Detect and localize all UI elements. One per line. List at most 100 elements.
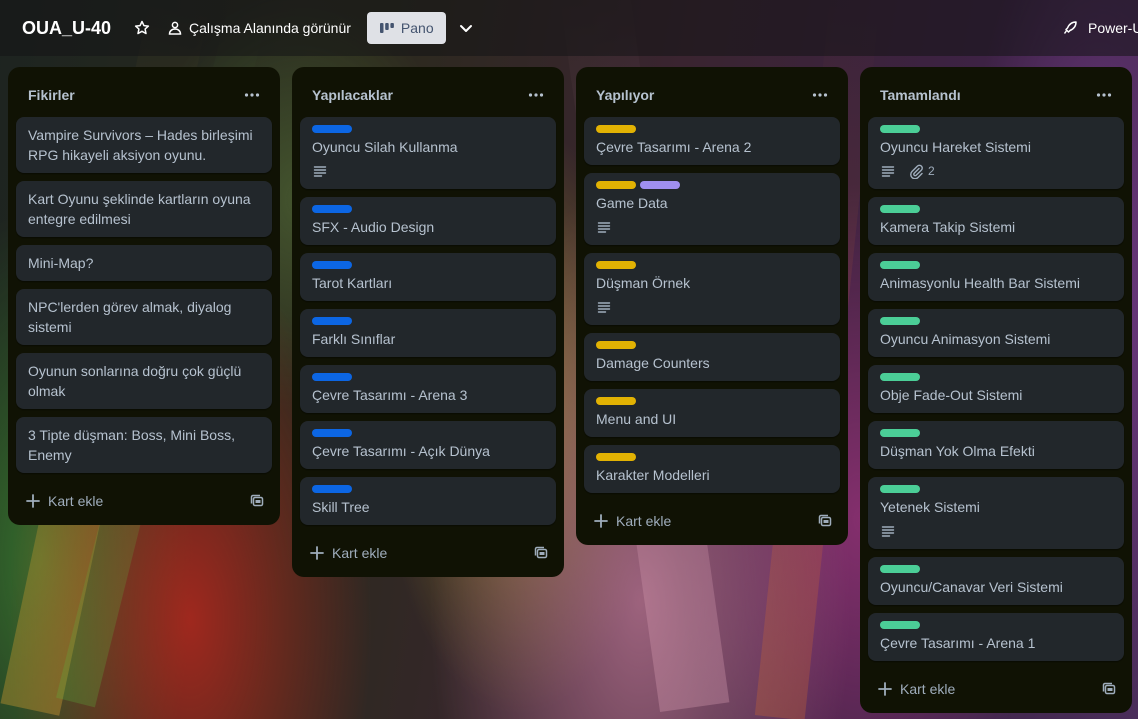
list-header: Yapılacaklar (300, 79, 556, 111)
card[interactable]: Çevre Tasarımı - Açık Dünya (300, 421, 556, 469)
card[interactable]: Oyuncu Animasyon Sistemi (868, 309, 1124, 357)
add-card-button[interactable]: Kart ekle (310, 545, 387, 561)
card[interactable]: Game Data (584, 173, 840, 245)
list-fikirler: Fikirler Vampire Survivors – Hades birleş… (8, 67, 280, 525)
card[interactable]: Çevre Tasarımı - Arena 3 (300, 365, 556, 413)
card-labels (596, 397, 828, 405)
list-header: Fikirler (16, 79, 272, 111)
card-template-icon[interactable] (534, 546, 548, 560)
card-labels (880, 373, 1112, 381)
card-labels (880, 205, 1112, 213)
card[interactable]: Düşman Örnek (584, 253, 840, 325)
more-options-icon[interactable] (240, 85, 264, 105)
card[interactable]: Oyuncu Silah Kullanma (300, 117, 556, 189)
label-blue[interactable] (312, 125, 352, 133)
label-blue[interactable] (312, 373, 352, 381)
label-yellow[interactable] (596, 181, 636, 189)
card[interactable]: Karakter Modelleri (584, 445, 840, 493)
label-green[interactable] (880, 317, 920, 325)
plus-icon (310, 546, 324, 560)
label-yellow[interactable] (596, 453, 636, 461)
label-green[interactable] (880, 373, 920, 381)
label-purple[interactable] (640, 181, 680, 189)
list-title[interactable]: Fikirler (28, 87, 75, 103)
label-blue[interactable] (312, 429, 352, 437)
label-yellow[interactable] (596, 397, 636, 405)
card[interactable]: Farklı Sınıflar (300, 309, 556, 357)
label-blue[interactable] (312, 485, 352, 493)
list-yapılacaklar: Yapılacaklar Oyuncu Silah Kullanma SFX - A… (292, 67, 564, 577)
card[interactable]: Çevre Tasarımı - Arena 1 (868, 613, 1124, 661)
card-badges (596, 217, 828, 237)
board-view-button[interactable]: Pano (366, 12, 446, 44)
card-template-icon[interactable] (250, 494, 264, 508)
add-card-button[interactable]: Kart ekle (594, 513, 671, 529)
add-card-label: Kart ekle (900, 681, 956, 697)
list-title[interactable]: Yapılacaklar (312, 87, 393, 103)
card-title: Çevre Tasarımı - Arena 2 (596, 139, 752, 155)
star-icon[interactable] (133, 19, 151, 37)
powerups-button[interactable]: Power-U (1062, 0, 1138, 56)
card[interactable]: Oyuncu Hareket Sistemi 2 (868, 117, 1124, 189)
label-blue[interactable] (312, 261, 352, 269)
card-labels (880, 261, 1112, 269)
label-yellow[interactable] (596, 261, 636, 269)
more-options-icon[interactable] (808, 85, 832, 105)
card[interactable]: Animasyonlu Health Bar Sistemi (868, 253, 1124, 301)
label-green[interactable] (880, 261, 920, 269)
card[interactable]: Damage Counters (584, 333, 840, 381)
card[interactable]: Kart Oyunu şeklinde kartların oyuna ente… (16, 181, 272, 237)
list-yapılıyor: Yapılıyor Çevre Tasarımı - Arena 2 Game Da… (576, 67, 848, 545)
more-options-icon[interactable] (524, 85, 548, 105)
label-yellow[interactable] (596, 341, 636, 349)
card-labels (312, 373, 544, 381)
list-title[interactable]: Tamamlandı (880, 87, 961, 103)
attachment-count: 2 (928, 164, 935, 178)
label-green[interactable] (880, 621, 920, 629)
label-green[interactable] (880, 125, 920, 133)
label-green[interactable] (880, 429, 920, 437)
card[interactable]: NPC'lerden görev almak, diyalog sistemi (16, 289, 272, 345)
card[interactable]: Oyuncu/Canavar Veri Sistemi (868, 557, 1124, 605)
card[interactable]: Obje Fade-Out Sistemi (868, 365, 1124, 413)
card[interactable]: Vampire Survivors – Hades birleşimi RPG … (16, 117, 272, 173)
card-template-icon[interactable] (818, 514, 832, 528)
add-card-button[interactable]: Kart ekle (878, 681, 955, 697)
label-blue[interactable] (312, 205, 352, 213)
card[interactable]: Kamera Takip Sistemi (868, 197, 1124, 245)
card-labels (596, 125, 828, 133)
add-card-row: Kart ekle (868, 669, 1124, 709)
card[interactable]: Mini-Map? (16, 245, 272, 281)
label-yellow[interactable] (596, 125, 636, 133)
card-badges (312, 161, 544, 181)
more-options-icon[interactable] (1092, 85, 1116, 105)
card-title: Menu and UI (596, 411, 677, 427)
label-green[interactable] (880, 205, 920, 213)
card[interactable]: Skill Tree (300, 477, 556, 525)
card-labels (596, 261, 828, 269)
card-labels (880, 621, 1112, 629)
visibility-label: Çalışma Alanında görünür (189, 20, 351, 36)
visibility-button[interactable]: Çalışma Alanında görünür (167, 20, 351, 36)
card[interactable]: Yetenek Sistemi (868, 477, 1124, 549)
card[interactable]: Düşman Yok Olma Efekti (868, 421, 1124, 469)
label-green[interactable] (880, 485, 920, 493)
label-green[interactable] (880, 565, 920, 573)
card-labels (880, 125, 1112, 133)
card[interactable]: SFX - Audio Design (300, 197, 556, 245)
card[interactable]: Tarot Kartları (300, 253, 556, 301)
board-title[interactable]: OUA_U-40 (22, 18, 111, 39)
add-card-button[interactable]: Kart ekle (26, 493, 103, 509)
card-title: Damage Counters (596, 355, 710, 371)
chevron-down-icon[interactable] (458, 20, 474, 36)
card[interactable]: Menu and UI (584, 389, 840, 437)
list-tamamlandı: Tamamlandı Oyuncu Hareket Sistemi 2 Kamera … (860, 67, 1132, 713)
card[interactable]: Çevre Tasarımı - Arena 2 (584, 117, 840, 165)
card[interactable]: Oyunun sonlarına doğru çok güçlü olmak (16, 353, 272, 409)
card-template-icon[interactable] (1102, 682, 1116, 696)
card-labels (312, 205, 544, 213)
add-card-row: Kart ekle (300, 533, 556, 573)
card[interactable]: 3 Tipte düşman: Boss, Mini Boss, Enemy (16, 417, 272, 473)
list-title[interactable]: Yapılıyor (596, 87, 654, 103)
label-blue[interactable] (312, 317, 352, 325)
